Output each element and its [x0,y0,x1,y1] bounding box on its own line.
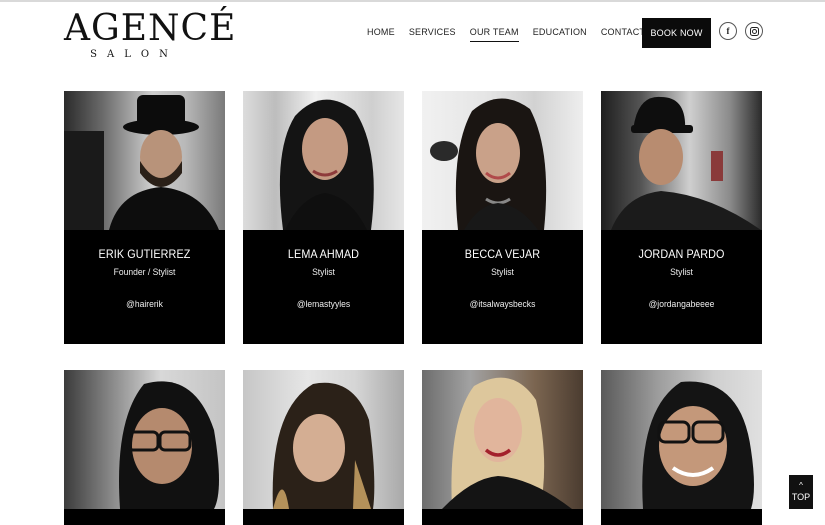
team-member-role: Stylist [312,267,335,278]
book-now-button[interactable]: BOOK NOW [642,18,711,48]
portrait-illustration [272,382,375,509]
team-photo [243,91,404,230]
salon-logo[interactable]: AGENCÉ SALON [64,8,237,64]
team-photo [422,91,583,230]
portrait-illustration [279,99,374,230]
main-nav: HOME SERVICES OUR TEAM EDUCATION CONTACT… [367,27,661,42]
nav-our-team[interactable]: OUR TEAM [469,27,519,42]
team-member-name: JORDAN PARDO [638,247,725,261]
instagram-icon[interactable] [745,22,763,40]
team-info: JORDAN PARDO Stylist @jordangabeeee [601,230,762,344]
team-photo [601,370,762,509]
team-card-becca-vejar[interactable]: BECCA VEJAR Stylist @itsalwaysbecks [422,91,583,344]
team-card-row2-1[interactable] [64,370,225,525]
team-card-row2-4[interactable] [601,370,762,525]
portrait-illustration [442,377,572,509]
team-card-row2-3[interactable] [422,370,583,525]
portrait-illustration [611,96,761,230]
chevron-up-icon: ^ [799,480,803,490]
team-photo [601,91,762,230]
nav-education[interactable]: EDUCATION [533,27,587,42]
portrait-illustration [430,98,547,230]
top-divider [0,0,825,2]
team-photo [422,370,583,509]
team-member-role: Stylist [670,267,693,278]
facebook-icon[interactable]: f [719,22,737,40]
facebook-glyph: f [726,26,730,36]
portrait-illustration [64,95,219,230]
instagram-handle-link[interactable]: @itsalwaysbecks [430,299,575,310]
nav-services[interactable]: SERVICES [409,27,456,42]
team-card-jordan-pardo[interactable]: JORDAN PARDO Stylist @jordangabeeee [601,91,762,344]
team-member-name: LEMA AHMAD [287,247,360,261]
instagram-glyph [749,26,759,36]
instagram-handle-link[interactable]: @jordangabeeee [609,299,754,310]
team-photo [64,91,225,230]
team-card-erik-gutierrez[interactable]: ERIK GUTIERREZ Founder / Stylist @hairer… [64,91,225,344]
instagram-handle-link[interactable]: @lemastyyles [251,299,396,310]
logo-subtitle: SALON [90,49,178,60]
back-to-top-label: TOP [791,491,811,502]
logo-wordmark: AGENCÉ [64,8,237,49]
team-photo [243,370,404,509]
team-member-role: Founder / Stylist [113,267,176,278]
portrait-illustration [119,381,219,509]
team-card-row2-2[interactable] [243,370,404,525]
team-photo [64,370,225,509]
team-member-name: ERIK GUTIERREZ [98,247,191,261]
team-member-role: Stylist [491,267,514,278]
team-card-lema-ahmad[interactable]: LEMA AHMAD Stylist @lemastyyles [243,91,404,344]
instagram-handle-link[interactable]: @hairerik [72,299,217,310]
back-to-top-button[interactable]: ^ TOP [789,475,813,509]
team-info: LEMA AHMAD Stylist @lemastyyles [243,230,404,344]
nav-home[interactable]: HOME [367,27,395,42]
portrait-illustration [642,381,754,509]
team-info: ERIK GUTIERREZ Founder / Stylist @hairer… [64,230,225,344]
team-member-name: BECCA VEJAR [464,247,541,261]
team-info: BECCA VEJAR Stylist @itsalwaysbecks [422,230,583,344]
